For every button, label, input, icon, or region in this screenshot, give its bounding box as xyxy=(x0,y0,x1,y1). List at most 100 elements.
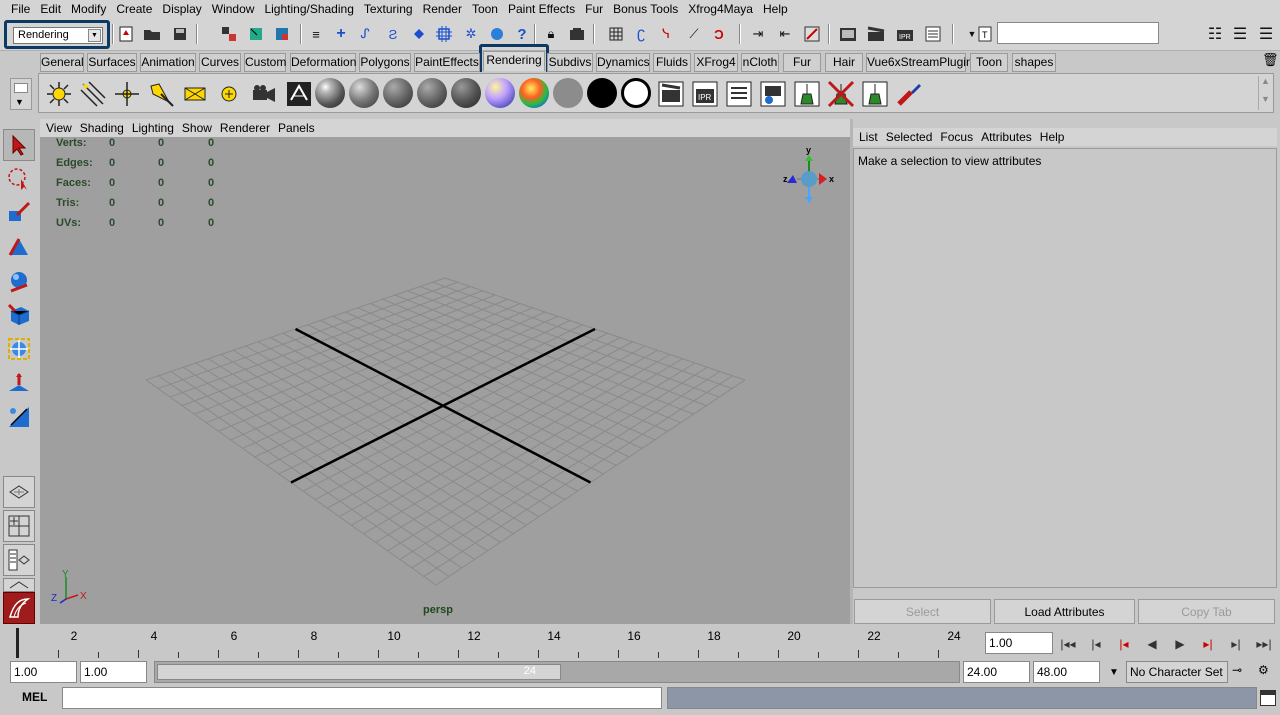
go-to-end-icon[interactable]: ▸▸| xyxy=(1253,634,1275,654)
step-back-key-icon[interactable]: |◂ xyxy=(1113,634,1135,654)
history-icon[interactable] xyxy=(487,24,507,44)
area-light-icon[interactable] xyxy=(179,78,211,110)
auto-key-icon[interactable]: ⊸ xyxy=(1232,663,1254,681)
tab-deformation[interactable]: Deformation xyxy=(290,53,356,72)
chevron-down-icon[interactable]: ▼ xyxy=(1104,663,1124,683)
blinn-material-icon[interactable] xyxy=(315,78,345,108)
range-slider-handle[interactable]: 24 xyxy=(157,664,561,680)
shelf-scrollbar[interactable]: ▲ ▼ xyxy=(1258,76,1272,110)
tab-ncloth[interactable]: nCloth xyxy=(741,53,779,72)
trash-icon[interactable]: 🗑︎ xyxy=(1262,52,1279,68)
single-perspective-layout-icon[interactable] xyxy=(3,476,35,508)
chevron-down-icon[interactable]: ▼ xyxy=(15,97,24,107)
menu-lighting-shading[interactable]: Lighting/Shading xyxy=(259,2,358,16)
panel-menu-panels[interactable]: Panels xyxy=(274,121,319,135)
save-scene-icon[interactable] xyxy=(170,24,190,44)
menu-create[interactable]: Create xyxy=(111,2,157,16)
four-view-layout-icon[interactable] xyxy=(3,510,35,542)
ae-menu-attributes[interactable]: Attributes xyxy=(977,130,1036,144)
bake-icon[interactable] xyxy=(791,78,823,110)
command-line-language[interactable]: MEL xyxy=(22,690,47,704)
paint-select-tool-icon[interactable] xyxy=(3,197,35,229)
point-light-icon[interactable] xyxy=(111,78,143,110)
menu-display[interactable]: Display xyxy=(157,2,206,16)
output-icon[interactable]: ⇤ xyxy=(775,24,795,44)
panel-menu-lighting[interactable]: Lighting xyxy=(128,121,178,135)
render-batch-icon[interactable] xyxy=(757,78,789,110)
directional-light-icon[interactable] xyxy=(77,78,109,110)
new-scene-icon[interactable] xyxy=(116,24,136,44)
select-button[interactable]: Select xyxy=(854,599,991,624)
tab-curves[interactable]: Curves xyxy=(199,53,241,72)
ipr-render-icon[interactable]: IPR xyxy=(895,24,915,44)
menu-modify[interactable]: Modify xyxy=(66,2,111,16)
construction-history-icon[interactable] xyxy=(802,24,822,44)
bake-options-icon[interactable] xyxy=(859,78,891,110)
go-to-start-icon[interactable]: |◂◂ xyxy=(1057,634,1079,654)
shading-group-icon[interactable] xyxy=(621,78,651,108)
menu-file[interactable]: File xyxy=(6,2,35,16)
tab-hair[interactable]: Hair xyxy=(825,53,863,72)
phong-e-material-icon[interactable] xyxy=(417,78,447,108)
menu-help[interactable]: Help xyxy=(758,2,793,16)
channel-box-toggle-icon[interactable]: ☷ xyxy=(1205,24,1225,44)
tab-polygons[interactable]: Polygons xyxy=(359,53,411,72)
camera-icon[interactable] xyxy=(247,78,279,110)
step-forward-frame-icon[interactable]: ▸| xyxy=(1225,634,1247,654)
show-manipulator-icon[interactable] xyxy=(3,401,35,433)
menu-bonus-tools[interactable]: Bonus Tools xyxy=(608,2,683,16)
curve-tool-icon[interactable]: ʗ xyxy=(631,24,651,44)
input-icon[interactable]: ⇥ xyxy=(748,24,768,44)
help-icon[interactable]: ? xyxy=(512,24,532,44)
perspective-viewport[interactable]: Verts: 0 0 0 Edges: 0 0 0 Faces: 0 0 0 Tris: 0 0 0 UVs: 0… xyxy=(40,137,850,624)
select-tool-icon[interactable] xyxy=(3,129,35,161)
tab-fluids[interactable]: Fluids xyxy=(653,53,691,72)
tab-rendering[interactable]: Rendering xyxy=(483,51,545,71)
render-settings-icon[interactable] xyxy=(923,24,943,44)
tab-vue6xstreamplugin[interactable]: Vue6xStreamPlugin xyxy=(866,53,973,72)
tab-custom[interactable]: Custom xyxy=(244,53,286,72)
menu-edit[interactable]: Edit xyxy=(35,2,66,16)
quick-selection-field[interactable] xyxy=(997,22,1159,44)
time-slider[interactable]: 2 4 6 8 10 12 14 16 18 20 22 24 xyxy=(10,628,980,660)
ae-menu-help[interactable]: Help xyxy=(1036,130,1069,144)
tab-toon[interactable]: Toon xyxy=(970,53,1008,72)
animation-start-field[interactable]: 1.00 xyxy=(10,661,77,683)
render-grid-icon[interactable] xyxy=(606,24,626,44)
layered-shader-icon[interactable] xyxy=(519,78,549,108)
tab-shapes[interactable]: shapes xyxy=(1012,53,1056,72)
selection-mask-icon[interactable]: ≡ xyxy=(306,24,326,44)
ae-menu-selected[interactable]: Selected xyxy=(882,130,937,144)
play-backwards-icon[interactable]: ◀ xyxy=(1141,634,1163,654)
play-forwards-icon[interactable]: ▶ xyxy=(1169,634,1191,654)
spot-light-icon[interactable] xyxy=(145,78,177,110)
remove-bake-icon[interactable] xyxy=(825,78,857,110)
move-tool-icon[interactable] xyxy=(3,231,35,263)
tab-fur[interactable]: Fur xyxy=(783,53,821,72)
current-time-marker[interactable] xyxy=(16,628,19,658)
select-hierarchy-icon[interactable] xyxy=(219,24,239,44)
hypershade-icon[interactable] xyxy=(283,78,315,110)
menuset-dropdown[interactable]: Rendering ▼ xyxy=(13,27,103,44)
panel-menu-shading[interactable]: Shading xyxy=(76,121,128,135)
tab-general[interactable]: General xyxy=(40,53,84,72)
tab-animation[interactable]: Animation xyxy=(140,53,196,72)
universal-manipulator-icon[interactable] xyxy=(3,333,35,365)
select-object-icon[interactable] xyxy=(246,24,266,44)
rotate-tool-icon[interactable] xyxy=(3,265,35,297)
open-scene-icon[interactable] xyxy=(142,24,162,44)
menu-paint-effects[interactable]: Paint Effects xyxy=(503,2,580,16)
render-settings-icon[interactable] xyxy=(723,78,755,110)
menu-texturing[interactable]: Texturing xyxy=(359,2,418,16)
snap-view-plane-icon[interactable] xyxy=(434,24,454,44)
playback-start-field[interactable]: 1.00 xyxy=(80,661,147,683)
range-slider[interactable]: 24 xyxy=(154,661,960,683)
render-view-icon[interactable] xyxy=(838,24,858,44)
graph-layout-icon[interactable] xyxy=(3,578,35,592)
lasso-tool-icon[interactable] xyxy=(3,163,35,195)
character-set-field[interactable]: No Character Set xyxy=(1126,661,1228,683)
tab-subdivs[interactable]: Subdivs xyxy=(547,53,593,72)
command-line-input[interactable] xyxy=(62,687,662,709)
shelf-menu[interactable]: ▼ xyxy=(10,78,32,110)
tab-xfrog4[interactable]: XFrog4 xyxy=(694,53,738,72)
